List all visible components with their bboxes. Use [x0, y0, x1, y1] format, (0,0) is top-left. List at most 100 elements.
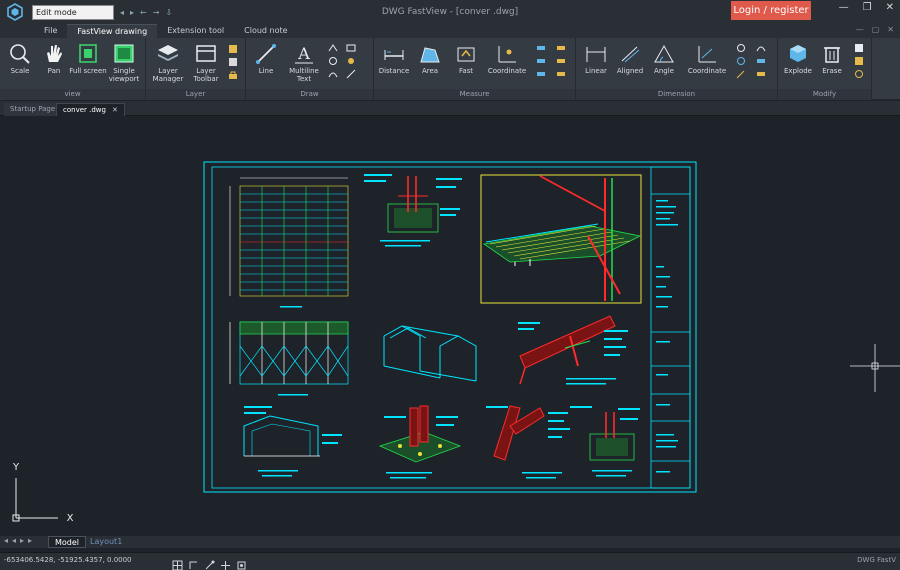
status-toggles [172, 556, 247, 570]
circle-icon[interactable] [328, 56, 338, 66]
tab-layout1[interactable]: Layout1 [84, 536, 128, 548]
document-tabs: Startup Page conver .dwg ✕ [0, 101, 900, 116]
mode-select-value: Edit mode [36, 7, 77, 17]
close-tab-icon[interactable]: ✕ [112, 106, 118, 114]
full-screen-button[interactable]: Full screen [68, 42, 108, 86]
tab-cloud-note[interactable]: Cloud note [234, 24, 297, 38]
panel-draw: Line A Multiline Text Draw [246, 38, 374, 100]
layer-manager-button[interactable]: Layer Manager [148, 42, 188, 86]
connection-detail [518, 315, 628, 385]
panel-layer-label: Layer [146, 89, 245, 100]
measure-coordinate-button[interactable]: Coordinate [484, 42, 530, 86]
polyline-icon[interactable] [328, 43, 338, 53]
distance-button[interactable]: Distance [374, 42, 414, 86]
dimension-coordinate-label: Coordinate [687, 67, 727, 75]
rectangle-icon[interactable] [346, 43, 356, 53]
area-button[interactable]: Area [410, 42, 450, 86]
close-icon[interactable]: ✕ [886, 2, 894, 13]
rotate-icon[interactable] [854, 69, 864, 79]
dropdown-icon[interactable]: ⇩ [165, 8, 172, 17]
login-register-button[interactable]: Login / register [731, 1, 811, 20]
text-icon: A [295, 44, 313, 64]
mode-select[interactable]: Edit mode [32, 4, 114, 20]
ribbon-window-controls: — ▢ ✕ [856, 25, 894, 34]
ribbon-restore-icon[interactable]: ▢ [872, 25, 880, 34]
distance-icon [384, 50, 404, 60]
panel-dimension-label: Dimension [576, 89, 777, 100]
leader-dim-icon[interactable] [736, 69, 746, 79]
fast-measure-icon [457, 47, 475, 62]
layout-tabs: ◂◂▸▸ Model Layout1 [0, 536, 900, 548]
undo-icon[interactable]: ◂ [120, 8, 124, 17]
hand-icon [47, 45, 62, 62]
grid-icon[interactable] [172, 556, 183, 570]
maximize-icon[interactable]: ❐ [863, 2, 872, 13]
fast-label: Fast [458, 67, 474, 75]
measure-radius-icon[interactable] [536, 69, 546, 79]
tab-conver-dwg[interactable]: conver .dwg ✕ [56, 103, 125, 116]
tab-file[interactable]: File [34, 24, 67, 38]
app-logo-icon[interactable] [4, 1, 26, 23]
layer-lock-icon[interactable] [228, 70, 238, 80]
osnap-icon[interactable] [236, 556, 247, 570]
measure-arc-icon[interactable] [536, 43, 546, 53]
measure-table-icon[interactable] [556, 69, 566, 79]
layer-toolbar-button[interactable]: Layer Toolbar [186, 42, 226, 86]
layer-state-icon[interactable] [228, 44, 238, 54]
back-icon[interactable]: ← [140, 8, 147, 17]
ribbon-tabs: File FastView drawing Extension tool Clo… [0, 24, 900, 38]
linear-dim-icon [586, 47, 606, 62]
copy-icon[interactable] [854, 56, 864, 66]
full-screen-icon [79, 44, 97, 63]
forward-icon[interactable]: → [153, 8, 160, 17]
ortho-icon[interactable] [204, 556, 215, 570]
measure-list-icon[interactable] [556, 56, 566, 66]
single-viewport-button[interactable]: Single viewport [104, 42, 144, 86]
panel-draw-label: Draw [246, 89, 373, 100]
baseline-dim-icon[interactable] [756, 56, 766, 66]
angle-button[interactable]: Angle [644, 42, 684, 86]
cad-drawing: Y X [12, 161, 900, 524]
svg-text:A: A [297, 44, 310, 63]
arc-length-icon[interactable] [756, 43, 766, 53]
tab-model[interactable]: Model [48, 536, 87, 548]
ribbon-close-icon[interactable]: ✕ [887, 25, 894, 34]
panel-view-label: view [0, 89, 145, 100]
status-app-name: DWG FastV [857, 556, 896, 564]
viewport-icon [114, 44, 134, 63]
quick-access-toolbar: ◂ ▸ ← → ⇩ [120, 8, 172, 17]
multiline-text-button[interactable]: A Multiline Text [282, 42, 326, 86]
layout-nav-icons[interactable]: ◂◂▸▸ [4, 536, 36, 545]
dimension-coordinate-button[interactable]: Coordinate [684, 42, 730, 86]
ucs-y-label: Y [12, 462, 20, 473]
arc-icon[interactable] [328, 69, 338, 79]
measure-angle-icon[interactable] [536, 56, 546, 66]
portal-frames-iso [383, 325, 477, 382]
snap-icon[interactable] [188, 556, 199, 569]
panel-modify-label: Modify [778, 89, 871, 100]
line-icon [256, 44, 276, 64]
layer-manager-label: Layer Manager [152, 67, 184, 83]
continue-dim-icon[interactable] [756, 69, 766, 79]
move-icon[interactable] [854, 43, 864, 53]
redo-icon[interactable]: ▸ [130, 8, 134, 17]
tab-fastview-drawing[interactable]: FastView drawing [67, 24, 158, 38]
fast-button[interactable]: Fast [446, 42, 486, 86]
tab-extension-tool[interactable]: Extension tool [157, 24, 234, 38]
ribbon-minimize-icon[interactable]: — [856, 25, 864, 34]
tab-startup-page[interactable]: Startup Page [4, 103, 62, 116]
layer-off-icon[interactable] [228, 57, 238, 67]
measure-length-icon[interactable] [556, 43, 566, 53]
diameter-dim-icon[interactable] [736, 56, 746, 66]
polar-icon[interactable] [220, 556, 231, 570]
line-label: Line [258, 67, 274, 75]
dim-coordinate-icon [698, 46, 716, 63]
radius-dim-icon[interactable] [736, 43, 746, 53]
drawing-canvas[interactable]: Y X [0, 116, 900, 534]
cloud-icon[interactable] [346, 56, 356, 66]
erase-button[interactable]: Erase [812, 42, 852, 86]
sketch-icon[interactable] [346, 69, 356, 79]
minimize-icon[interactable]: — [839, 2, 849, 13]
status-bar: -653406.5428, -51925.4357, 0.0000 DWG Fa… [0, 552, 900, 570]
line-button[interactable]: Line [246, 42, 286, 86]
